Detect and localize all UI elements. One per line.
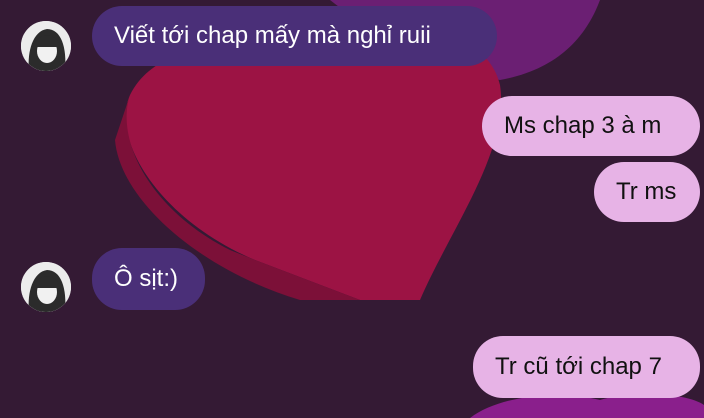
outgoing-message-bubble[interactable]: Ms chap 3 à m	[482, 96, 700, 156]
message-text: Ô sịt:)	[114, 265, 178, 292]
message-text: Ms chap 3 à m	[504, 112, 662, 139]
message-text: Tr ms	[616, 178, 677, 205]
incoming-message-bubble[interactable]: Viết tới chap mấy mà nghỉ ruii	[92, 6, 497, 66]
contact-avatar-icon[interactable]	[21, 262, 71, 312]
outgoing-message-bubble[interactable]: Tr cũ tới chap 7	[473, 336, 700, 398]
incoming-message-bubble[interactable]: Ô sịt:)	[92, 248, 205, 310]
message-text: Tr cũ tới chap 7	[495, 353, 662, 380]
contact-avatar-icon[interactable]	[21, 21, 71, 71]
message-text: Viết tới chap mấy mà nghỉ ruii	[114, 22, 431, 49]
outgoing-message-bubble[interactable]: Tr ms	[594, 162, 700, 222]
